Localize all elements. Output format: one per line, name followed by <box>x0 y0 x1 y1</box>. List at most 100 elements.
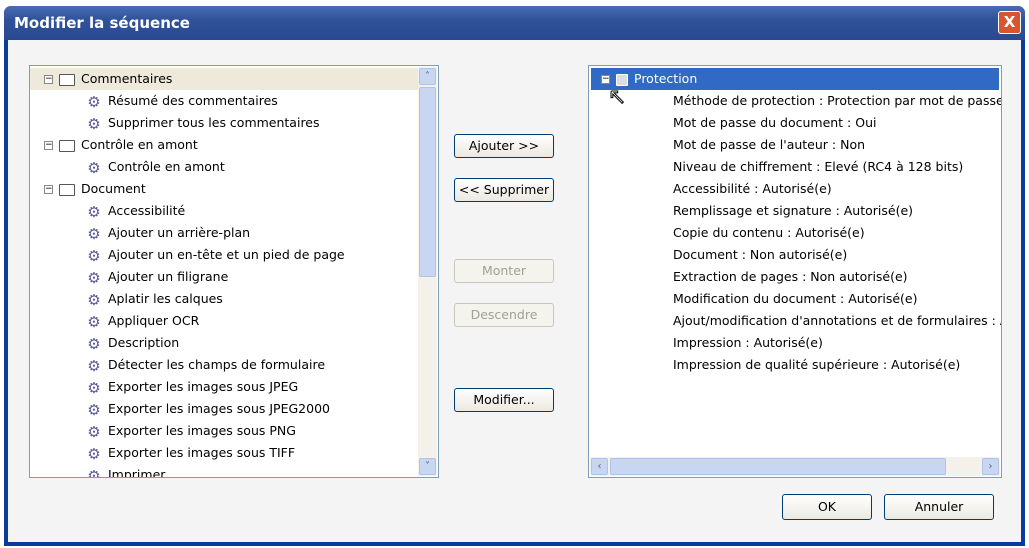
dialog-title: Modifier la séquence <box>14 14 190 32</box>
gear-icon: ⚙ <box>87 312 101 331</box>
folder-icon <box>59 73 75 86</box>
tree-item-label: Exporter les images sous PNG <box>108 423 296 438</box>
tree-property[interactable]: Mot de passe du document : Oui <box>589 112 1001 134</box>
vertical-scrollbar[interactable]: ˄ ˅ <box>418 67 437 476</box>
tree-item-label: Description <box>108 335 180 350</box>
tree-property[interactable]: Remplissage et signature : Autorisé(e) <box>589 200 1001 222</box>
tree-item-label: Détecter les champs de formulaire <box>108 357 326 372</box>
tree-item-label: Appliquer OCR <box>108 313 200 328</box>
tree-property[interactable]: Mot de passe de l'auteur : Non <box>589 134 1001 156</box>
move-down-button[interactable]: Descendre <box>454 303 554 327</box>
tree-item-label: Commentaires <box>81 71 173 86</box>
collapse-icon[interactable]: − <box>44 185 53 194</box>
tree-property[interactable]: Accessibilité : Autorisé(e) <box>589 178 1001 200</box>
property-label: Copie du contenu : Autorisé(e) <box>673 225 865 240</box>
tree-command[interactable]: ⚙ Imprimer <box>30 464 438 478</box>
property-label: Impression de qualité supérieure : Autor… <box>673 357 961 372</box>
property-label: Extraction de pages : Non autorisé(e) <box>673 269 908 284</box>
move-up-button[interactable]: Monter <box>454 259 554 283</box>
tree-command[interactable]: ⚙ Exporter les images sous TIFF <box>30 442 438 464</box>
tree-property[interactable]: Méthode de protection : Protection par m… <box>589 90 1001 112</box>
horizontal-scrollbar[interactable]: ‹ › <box>590 457 1000 476</box>
gear-icon: ⚙ <box>87 290 101 309</box>
folder-icon <box>59 139 75 152</box>
tree-command[interactable]: ⚙ Exporter les images sous JPEG2000 <box>30 398 438 420</box>
property-label: Niveau de chiffrement : Elevé (RC4 à 128… <box>673 159 964 174</box>
tree-command[interactable]: ⚙ Ajouter un en-tête et un pied de page <box>30 244 438 266</box>
property-label: Mot de passe du document : Oui <box>673 115 877 130</box>
tree-property[interactable]: Extraction de pages : Non autorisé(e) <box>589 266 1001 288</box>
tree-command[interactable]: ⚙ Aplatir les calques <box>30 288 438 310</box>
tree-root-protection[interactable]: − Protection <box>591 68 999 90</box>
scroll-left-button[interactable]: ‹ <box>591 458 608 475</box>
gear-icon: ⚙ <box>87 378 101 397</box>
tree-folder[interactable]: − Document <box>30 178 438 200</box>
property-label: Document : Non autorisé(e) <box>673 247 848 262</box>
add-button[interactable]: Ajouter >> <box>454 134 554 158</box>
tree-property[interactable]: Impression de qualité supérieure : Autor… <box>589 354 1001 376</box>
tree-command[interactable]: ⚙ Exporter les images sous PNG <box>30 420 438 442</box>
tree-property[interactable]: Niveau de chiffrement : Elevé (RC4 à 128… <box>589 156 1001 178</box>
scroll-up-button[interactable]: ˄ <box>419 68 436 85</box>
tree-item-label: Document <box>81 181 146 196</box>
scroll-thumb[interactable] <box>419 87 436 277</box>
checkbox-icon[interactable] <box>616 73 628 86</box>
tree-command[interactable]: ⚙ Détecter les champs de formulaire <box>30 354 438 376</box>
tree-item-label: Ajouter un arrière-plan <box>108 225 251 240</box>
tree-item-label: Aplatir les calques <box>108 291 223 306</box>
gear-icon: ⚙ <box>87 334 101 353</box>
property-label: Impression : Autorisé(e) <box>673 335 823 350</box>
tree-item-label: Exporter les images sous JPEG <box>108 379 299 394</box>
tree-item-label: Exporter les images sous JPEG2000 <box>108 401 330 416</box>
dialog-body: − Commentaires ⚙ Résumé des commentaires ⚙ Su… <box>8 40 1021 542</box>
tree-item-label: Résumé des commentaires <box>108 93 278 108</box>
tree-command[interactable]: ⚙ Ajouter un arrière-plan <box>30 222 438 244</box>
close-button[interactable]: X <box>998 11 1021 34</box>
gear-icon: ⚙ <box>87 400 101 419</box>
gear-icon: ⚙ <box>87 158 101 177</box>
tree-property[interactable]: Impression : Autorisé(e) <box>589 332 1001 354</box>
tree-item-label: Supprimer tous les commentaires <box>108 115 320 130</box>
title-bar: Modifier la séquence X <box>4 6 1025 40</box>
tree-command[interactable]: ⚙ Supprimer tous les commentaires <box>30 112 438 134</box>
tree-command[interactable]: ⚙ Description <box>30 332 438 354</box>
scroll-right-button[interactable]: › <box>982 458 999 475</box>
scroll-down-button[interactable]: ˅ <box>419 458 436 475</box>
gear-icon: ⚙ <box>87 444 101 463</box>
tree-command[interactable]: ⚙ Accessibilité <box>30 200 438 222</box>
tree-command[interactable]: ⚙ Appliquer OCR <box>30 310 438 332</box>
gear-icon: ⚙ <box>87 246 101 265</box>
collapse-icon[interactable]: − <box>44 141 53 150</box>
ok-button[interactable]: OK <box>782 494 872 520</box>
sequence-tree[interactable]: − Protection Méthode de protection : Prot… <box>588 65 1002 478</box>
tree-property[interactable]: Ajout/modification d'annotations et de f… <box>589 310 1001 332</box>
gear-icon: ⚙ <box>87 224 101 243</box>
tree-property[interactable]: Copie du contenu : Autorisé(e) <box>589 222 1001 244</box>
tree-command[interactable]: ⚙ Contrôle en amont <box>30 156 438 178</box>
cancel-button[interactable]: Annuler <box>884 494 994 520</box>
remove-button[interactable]: << Supprimer <box>454 178 554 202</box>
tree-command[interactable]: ⚙ Ajouter un filigrane <box>30 266 438 288</box>
tree-property[interactable]: Document : Non autorisé(e) <box>589 244 1001 266</box>
folder-icon <box>59 183 75 196</box>
tree-property[interactable]: Modification du document : Autorisé(e) <box>589 288 1001 310</box>
gear-icon: ⚙ <box>87 92 101 111</box>
tree-item-label: Contrôle en amont <box>81 137 198 152</box>
collapse-icon[interactable]: − <box>601 75 610 84</box>
tree-command[interactable]: ⚙ Exporter les images sous JPEG <box>30 376 438 398</box>
gear-icon: ⚙ <box>87 114 101 133</box>
tree-item-label: Ajouter un filigrane <box>108 269 229 284</box>
tree-folder[interactable]: − Commentaires <box>30 68 418 90</box>
gear-icon: ⚙ <box>87 268 101 287</box>
gear-icon: ⚙ <box>87 422 101 441</box>
property-label: Méthode de protection : Protection par m… <box>673 93 1002 108</box>
edit-button[interactable]: Modifier... <box>454 388 554 412</box>
tree-item-label: Contrôle en amont <box>108 159 225 174</box>
available-commands-tree[interactable]: − Commentaires ⚙ Résumé des commentaires ⚙ Su… <box>29 65 439 478</box>
tree-item-label: Imprimer <box>108 467 166 478</box>
tree-folder[interactable]: − Contrôle en amont <box>30 134 438 156</box>
dialog-window: Modifier la séquence X − Commentaires ⚙ Rés… <box>4 6 1025 546</box>
collapse-icon[interactable]: − <box>44 75 53 84</box>
scroll-thumb[interactable] <box>610 458 946 475</box>
tree-command[interactable]: ⚙ Résumé des commentaires <box>30 90 438 112</box>
